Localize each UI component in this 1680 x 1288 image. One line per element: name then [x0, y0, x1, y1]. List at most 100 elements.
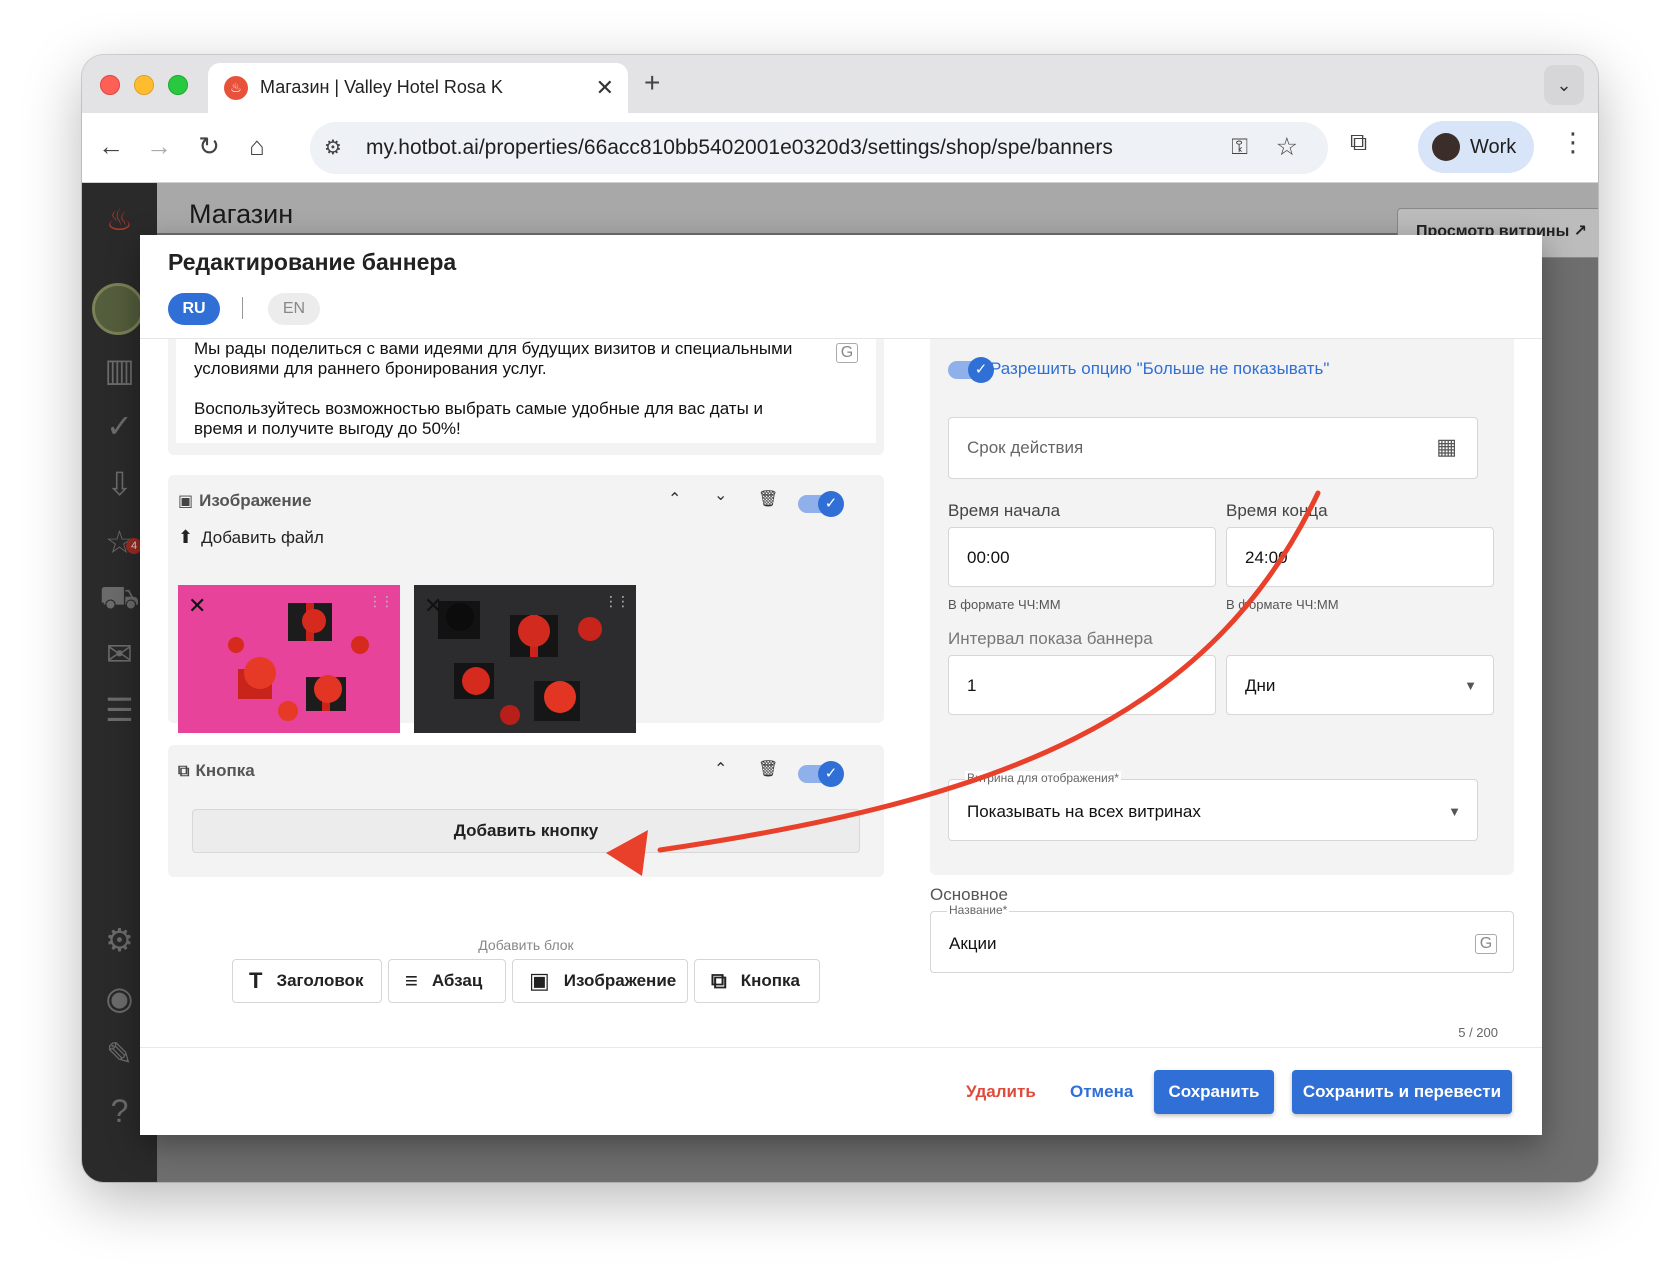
add-paragraph-button[interactable]: ≡ Абзац: [388, 959, 506, 1003]
add-image-button[interactable]: ▣ Изображение: [512, 959, 688, 1003]
drag-handle-icon[interactable]: ⋮⋮: [604, 593, 630, 610]
paragraph-editor[interactable]: Мы рады поделиться с вами идеями для буд…: [176, 339, 876, 443]
extensions-icon[interactable]: ⧉: [1350, 129, 1367, 157]
close-window-button[interactable]: [100, 75, 120, 95]
end-time-input[interactable]: 24:00: [1226, 527, 1494, 587]
translate-icon[interactable]: G: [836, 343, 858, 363]
remove-image-icon[interactable]: ✕: [188, 593, 206, 619]
address-bar[interactable]: ⚙ my.hotbot.ai/properties/66acc810bb5402…: [310, 122, 1328, 174]
start-time-label: Время начала: [948, 501, 1061, 520]
validity-placeholder: Срок действия: [967, 438, 1084, 457]
content-blocks: Мы рады поделиться с вами идеями для буд…: [168, 339, 884, 1039]
home-icon[interactable]: ⌂: [240, 131, 274, 162]
dialog-footer: Удалить Отмена Сохранить Сохранить и пер…: [140, 1047, 1542, 1135]
start-time-input[interactable]: 00:00: [948, 527, 1216, 587]
profile-button[interactable]: Work: [1418, 121, 1534, 173]
title-bar: ♨ Магазин | Valley Hotel Rosa K ✕ + ⌄: [82, 55, 1598, 115]
storefront-value: Показывать на всех витринах: [967, 802, 1201, 821]
dialog-header: Редактирование баннера RU EN: [140, 235, 1542, 339]
name-label: Название*: [947, 903, 1010, 917]
save-translate-button[interactable]: Сохранить и перевести: [1292, 1070, 1512, 1114]
settings-panel: ✓ Разрешить опцию "Больше не показывать"…: [930, 339, 1514, 875]
lang-divider: [242, 297, 243, 319]
drag-handle-icon[interactable]: ⋮⋮: [368, 593, 394, 610]
start-time-value: 00:00: [967, 548, 1010, 567]
edit-banner-dialog: Редактирование баннера RU EN Мы рады под…: [140, 235, 1542, 1135]
banner-name-field[interactable]: Название* Акции G: [930, 903, 1514, 973]
dialog-title: Редактирование баннера: [168, 249, 457, 275]
add-button-label: Кнопка: [740, 971, 800, 990]
image-thumbnail[interactable]: ✕ ⋮⋮: [414, 585, 636, 733]
add-file-button[interactable]: ⬆ Добавить файл: [178, 527, 324, 548]
translate-icon[interactable]: G: [1475, 934, 1497, 954]
save-button[interactable]: Сохранить: [1154, 1070, 1274, 1114]
add-button-block-button[interactable]: ⧉ Кнопка: [694, 959, 820, 1003]
tab-title: Магазин | Valley Hotel Rosa K: [260, 77, 503, 97]
dropdown-arrow-icon: ▼: [1464, 678, 1477, 693]
minimize-window-button[interactable]: [134, 75, 154, 95]
page-title: Магазин: [189, 199, 294, 229]
image-block-label: Изображение: [199, 491, 312, 510]
move-down-icon[interactable]: ⌄: [714, 485, 727, 505]
tab-close-icon[interactable]: ✕: [596, 75, 614, 101]
gift-photo-pink: [178, 585, 400, 733]
add-image-label: Изображение: [563, 971, 677, 990]
name-value: Акции: [949, 934, 997, 953]
site-settings-icon[interactable]: ⚙: [324, 135, 342, 160]
url-text[interactable]: my.hotbot.ai/properties/66acc810bb540200…: [366, 136, 1113, 160]
bookmark-star-icon[interactable]: ☆: [1276, 132, 1298, 162]
new-tab-icon[interactable]: +: [644, 67, 660, 99]
button-block-toggle[interactable]: ✓: [798, 761, 844, 787]
chevron-down-icon[interactable]: ⌄: [1544, 65, 1584, 105]
avatar[interactable]: [92, 283, 144, 335]
add-heading-button[interactable]: T Заголовок: [232, 959, 382, 1003]
open-in-new-icon: ⧉: [178, 763, 190, 780]
start-time-hint: В формате ЧЧ:ММ: [948, 597, 1061, 612]
maximize-window-button[interactable]: [168, 75, 188, 95]
end-time-value: 24:00: [1245, 548, 1288, 567]
allow-dont-show-label[interactable]: Разрешить опцию "Больше не показывать": [990, 359, 1329, 379]
delete-button[interactable]: Удалить: [966, 1082, 1036, 1102]
image-block-title: ▣ Изображение: [178, 491, 312, 511]
profile-name: Work: [1470, 136, 1517, 158]
check-icon: ✓: [818, 761, 844, 787]
remove-image-icon[interactable]: ✕: [424, 593, 442, 619]
delete-icon[interactable]: 🗑: [758, 759, 778, 779]
interval-input[interactable]: 1: [948, 655, 1216, 715]
move-up-icon[interactable]: ⌃: [668, 489, 681, 509]
key-icon[interactable]: ⚿: [1231, 134, 1248, 160]
browser-window: ♨ Магазин | Valley Hotel Rosa K ✕ + ⌄ ← …: [82, 55, 1598, 1182]
add-block-label: Добавить блок: [478, 937, 574, 953]
interval-unit-select[interactable]: Дни ▼: [1226, 655, 1494, 715]
add-button-button[interactable]: Добавить кнопку: [192, 809, 860, 853]
add-file-label: Добавить файл: [201, 528, 324, 547]
flame-icon: ♨: [224, 76, 248, 100]
back-icon[interactable]: ←: [94, 131, 128, 162]
reload-icon[interactable]: ↻: [192, 131, 226, 162]
image-block: ▣ Изображение ⌃ ⌄ 🗑 ✓ ⬆ Добавить файл ✕ …: [168, 475, 884, 733]
char-counter: 5 / 200: [1458, 1025, 1498, 1040]
validity-date-field[interactable]: Срок действия ▦: [948, 417, 1478, 479]
image-thumbnail[interactable]: ✕ ⋮⋮: [178, 585, 400, 733]
avatar: [1432, 133, 1460, 161]
paragraph-icon: ≡: [405, 968, 418, 993]
lang-tab-en[interactable]: EN: [268, 293, 320, 325]
calendar-icon[interactable]: ▦: [1436, 434, 1457, 460]
cancel-button[interactable]: Отмена: [1070, 1082, 1133, 1102]
lang-tab-ru[interactable]: RU: [168, 293, 220, 325]
end-time-hint: В формате ЧЧ:ММ: [1226, 597, 1339, 612]
add-heading-label: Заголовок: [276, 971, 364, 990]
delete-icon[interactable]: 🗑: [758, 489, 778, 509]
dont-show-toggle[interactable]: ✓: [948, 357, 994, 383]
main-section-title: Основное: [930, 885, 1008, 904]
interval-unit-value: Дни: [1245, 676, 1276, 695]
move-up-icon[interactable]: ⌃: [714, 759, 727, 779]
forward-icon[interactable]: →: [142, 131, 176, 162]
storefront-select[interactable]: Витрина для отображения* Показывать на в…: [948, 771, 1478, 841]
browser-tab[interactable]: ♨ Магазин | Valley Hotel Rosa K ✕: [208, 63, 628, 115]
flame-logo-icon[interactable]: ♨: [82, 203, 157, 238]
more-menu-icon[interactable]: ⋮: [1560, 127, 1586, 158]
button-block-label: Кнопка: [195, 761, 255, 780]
image-block-toggle[interactable]: ✓: [798, 491, 844, 517]
page-header: Магазин Просмотр витрины ↗: [157, 183, 1598, 258]
